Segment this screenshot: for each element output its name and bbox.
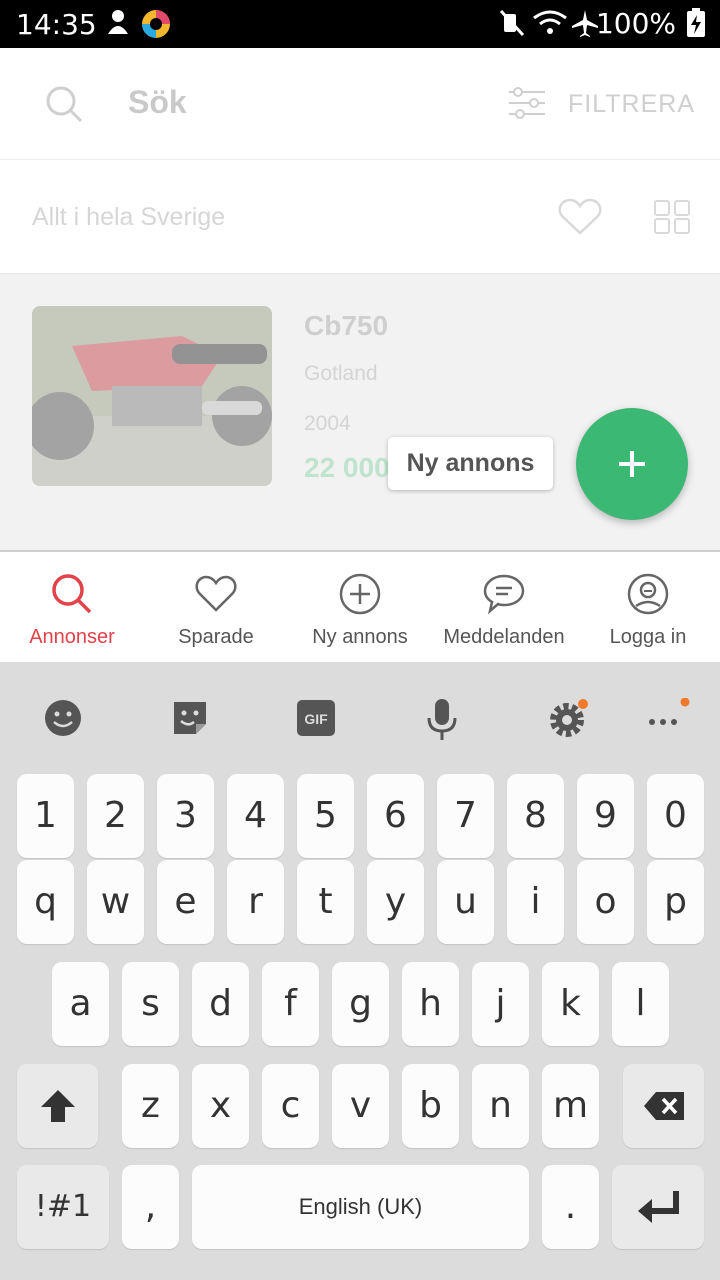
nav-ny-annons[interactable]: Ny annons (288, 552, 432, 662)
nav-label: Annonser (29, 626, 115, 648)
search-header: Sök FILTRERA (0, 48, 720, 160)
status-bar: 14:35 100% (0, 0, 720, 48)
filter-sliders-icon[interactable] (508, 86, 546, 125)
listing-thumbnail[interactable] (32, 306, 272, 486)
save-search-heart-icon[interactable] (558, 198, 602, 241)
key-n[interactable]: n (472, 1064, 529, 1148)
key-v[interactable]: v (332, 1064, 389, 1148)
key-9[interactable]: 9 (577, 774, 634, 858)
key-2[interactable]: 2 (87, 774, 144, 858)
key-k[interactable]: k (542, 962, 599, 1046)
location-selector[interactable]: Allt i hela Sverige (32, 203, 225, 232)
new-ad-tooltip[interactable]: Ny annons (388, 437, 553, 490)
nav-logga-in[interactable]: Logga in (576, 552, 720, 662)
listing-price: 22 000 (304, 452, 390, 483)
nav-label: Logga in (609, 626, 687, 648)
key-x[interactable]: x (192, 1064, 249, 1148)
microphone-icon[interactable] (422, 698, 462, 747)
key-i[interactable]: i (507, 860, 564, 944)
grid-view-icon[interactable] (654, 200, 690, 239)
nav-sparade[interactable]: Sparade (144, 552, 288, 662)
settings-gear-icon[interactable] (547, 698, 591, 745)
key-y[interactable]: y (367, 860, 424, 944)
keyboard: GIF 1234567890 qwertyuiop asdfghjkl zxcvbnm… (0, 662, 720, 1280)
status-time: 14:35 (16, 8, 97, 41)
battery-percent: 100% (595, 7, 676, 40)
add-circle-icon (339, 573, 381, 615)
space-key[interactable]: English (UK) (192, 1165, 529, 1249)
key-g[interactable]: g (332, 962, 389, 1046)
key-b[interactable]: b (402, 1064, 459, 1148)
key-6[interactable]: 6 (367, 774, 424, 858)
backspace-key[interactable] (623, 1064, 704, 1148)
key-1[interactable]: 1 (17, 774, 74, 858)
location-row: Allt i hela Sverige (0, 160, 720, 274)
key-3[interactable]: 3 (157, 774, 214, 858)
key-q[interactable]: q (17, 860, 74, 944)
nav-label: Ny annons (312, 626, 408, 648)
key-0[interactable]: 0 (647, 774, 704, 858)
backspace-icon (623, 1064, 704, 1153)
key-a[interactable]: a (52, 962, 109, 1046)
key-4[interactable]: 4 (227, 774, 284, 858)
filter-button[interactable]: FILTRERA (568, 90, 695, 119)
svg-text:GIF: GIF (304, 711, 328, 727)
more-options-icon[interactable] (646, 697, 696, 743)
key-m[interactable]: m (542, 1064, 599, 1148)
key-z[interactable]: z (122, 1064, 179, 1148)
mute-icon (498, 8, 526, 43)
wifi-icon (532, 8, 568, 43)
key-o[interactable]: o (577, 860, 634, 944)
nav-label: Sparade (178, 626, 254, 648)
battery-charging-icon (686, 8, 706, 43)
key-h[interactable]: h (402, 962, 459, 1046)
period-key[interactable]: . (542, 1165, 599, 1249)
key-t[interactable]: t (297, 860, 354, 944)
bottom-navigation: Annonser Sparade Ny annons Meddelanden L… (0, 552, 720, 662)
heart-icon (195, 575, 237, 612)
enter-icon (612, 1165, 704, 1256)
shift-arrow-icon (17, 1064, 98, 1157)
key-r[interactable]: r (227, 860, 284, 944)
listing-title[interactable]: Cb750 (304, 310, 388, 342)
user-icon (627, 573, 669, 615)
notification-icon (104, 8, 132, 43)
key-5[interactable]: 5 (297, 774, 354, 858)
key-l[interactable]: l (612, 962, 669, 1046)
sticker-icon[interactable] (170, 698, 210, 743)
nav-annonser[interactable]: Annonser (0, 552, 144, 662)
gif-icon[interactable]: GIF (296, 698, 336, 743)
search-icon (52, 574, 92, 614)
symbols-key[interactable]: !#1 (17, 1165, 109, 1249)
key-8[interactable]: 8 (507, 774, 564, 858)
chat-icon (483, 574, 525, 615)
key-c[interactable]: c (262, 1064, 319, 1148)
search-input[interactable]: Sök (128, 84, 187, 121)
listing-region: Gotland (304, 362, 378, 385)
app-logo-icon (140, 8, 172, 45)
comma-key[interactable]: , (122, 1165, 179, 1249)
key-d[interactable]: d (192, 962, 249, 1046)
key-e[interactable]: e (157, 860, 214, 944)
new-ad-fab-button[interactable] (576, 408, 688, 520)
emoji-icon[interactable] (43, 698, 83, 743)
key-u[interactable]: u (437, 860, 494, 944)
enter-key[interactable] (612, 1165, 704, 1249)
listing-year: 2004 (304, 412, 351, 435)
key-7[interactable]: 7 (437, 774, 494, 858)
nav-meddelanden[interactable]: Meddelanden (432, 552, 576, 662)
key-s[interactable]: s (122, 962, 179, 1046)
shift-key[interactable] (17, 1064, 98, 1148)
nav-label: Meddelanden (443, 626, 565, 648)
key-w[interactable]: w (87, 860, 144, 944)
search-icon[interactable] (44, 84, 84, 129)
key-j[interactable]: j (472, 962, 529, 1046)
key-f[interactable]: f (262, 962, 319, 1046)
key-p[interactable]: p (647, 860, 704, 944)
